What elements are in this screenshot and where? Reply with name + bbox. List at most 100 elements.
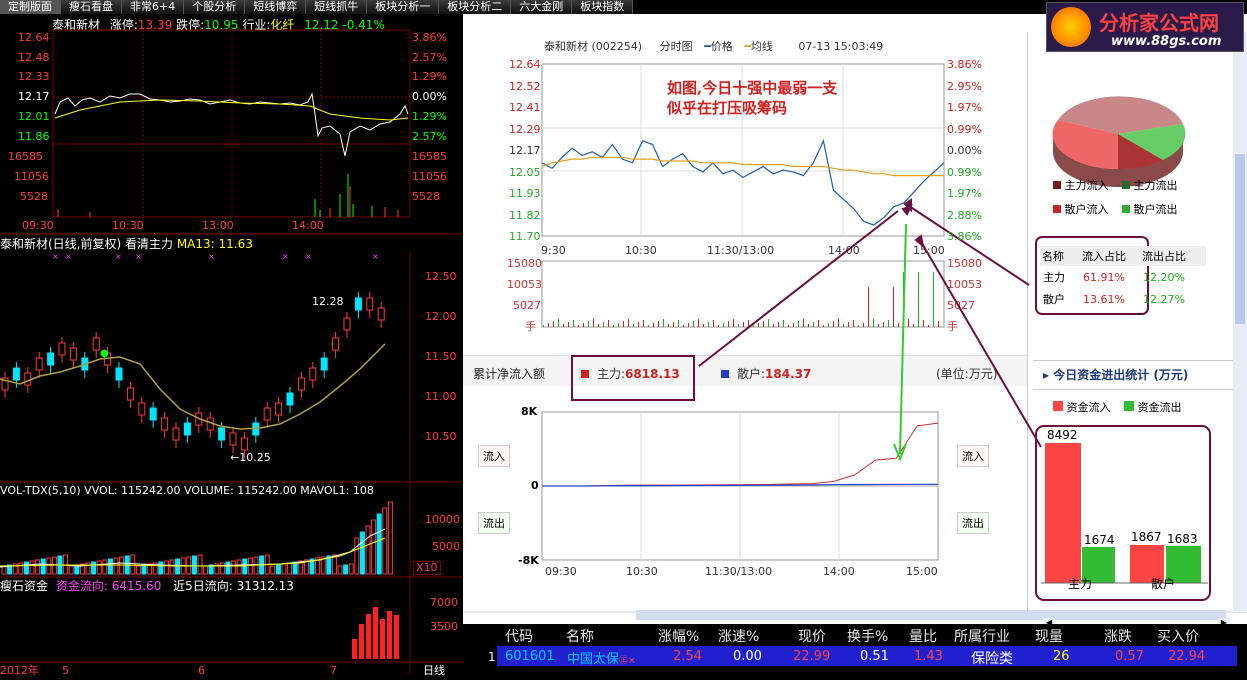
- volume-bar: [68, 565, 74, 575]
- col-header[interactable]: 换手%: [847, 626, 888, 646]
- volume-bar: [623, 321, 624, 327]
- flow-xtick: 09:30: [545, 565, 577, 578]
- kline-high-label: 12.28: [312, 295, 344, 308]
- candle: [297, 377, 305, 391]
- volume-bar: [638, 322, 639, 327]
- volume-bars: [1, 501, 393, 575]
- outflow-button-left[interactable]: 流出: [478, 512, 510, 534]
- row-name: 中国太保㊣×: [567, 652, 636, 667]
- volume-bar: [608, 320, 609, 327]
- col-header[interactable]: 所属行业: [954, 626, 1010, 646]
- candle: [240, 437, 248, 451]
- volume-bar: [573, 320, 574, 327]
- vol-header: VOL-TDX(5,10) VVOL: 115242.00 VOLUME: 11…: [0, 484, 374, 497]
- period-label[interactable]: 日线: [423, 665, 445, 677]
- table-header: 流入占比: [1082, 250, 1126, 263]
- price-tick: 12.41: [509, 101, 541, 114]
- pct-tick: 3.86%: [947, 58, 982, 71]
- volume-bar: [558, 319, 559, 327]
- volume-bar: [270, 565, 276, 575]
- volume-bar: [543, 325, 544, 327]
- row-cur-vol: 26: [1053, 649, 1070, 664]
- volume-bar: [231, 560, 237, 575]
- volume-bar: [653, 323, 654, 327]
- col-header[interactable]: 涨幅%: [658, 626, 699, 646]
- col-header[interactable]: 代码: [505, 626, 533, 646]
- tab-six-kings[interactable]: 六大金刚: [511, 0, 573, 14]
- flower-icon: [1051, 7, 1091, 47]
- col-header[interactable]: 现价: [798, 626, 826, 646]
- volume-bar: [763, 321, 764, 327]
- tick-kline: 12.00: [425, 310, 457, 323]
- volume-bar: [102, 559, 108, 575]
- tick-fund: 7000: [430, 596, 458, 609]
- tab-shoushi[interactable]: 瘦石看盘: [61, 0, 122, 14]
- volume-bar: [107, 558, 113, 575]
- volume-bar: [783, 320, 784, 327]
- col-header[interactable]: 买入价: [1157, 626, 1199, 646]
- row-chg-pct: 2.54: [673, 649, 702, 664]
- intraday-volume-bars: [543, 272, 939, 327]
- fund-bar: [373, 607, 378, 659]
- volume-bar: [803, 319, 804, 327]
- flow-unit: (单位:万元): [936, 367, 998, 381]
- tab-short-game[interactable]: 短线博弈: [245, 0, 307, 14]
- volume-bar: [568, 322, 569, 327]
- volume-bar: [242, 558, 248, 575]
- candle: [58, 342, 66, 356]
- volume-bar: [18, 562, 24, 575]
- col-header[interactable]: 涨速%: [718, 626, 759, 646]
- tab-stock-analysis[interactable]: 个股分析: [184, 0, 246, 14]
- volume-bar: [753, 325, 754, 327]
- tab-custom-layout[interactable]: 定制版面: [0, 0, 61, 14]
- inflow-button-right[interactable]: 流入: [957, 445, 989, 467]
- candle: [47, 352, 55, 366]
- pct-tick: 1.97%: [947, 187, 982, 200]
- kline-low-label: ←10.25: [230, 451, 271, 464]
- inflow-button-left[interactable]: 流入: [478, 445, 510, 467]
- volume-bar: [663, 319, 664, 327]
- col-header[interactable]: 现量: [1035, 626, 1063, 646]
- table-header: 流出占比: [1142, 250, 1186, 263]
- volume-bar: [23, 561, 29, 575]
- outflow-button-right[interactable]: 流出: [957, 512, 989, 534]
- volume-bar: [923, 320, 924, 327]
- tick-kline: 12.50: [425, 270, 457, 283]
- bar-main-out-label: 1674: [1084, 533, 1115, 547]
- candle: [35, 357, 43, 371]
- volume-bar: [643, 320, 644, 327]
- col-header[interactable]: 涨跌: [1104, 626, 1132, 646]
- volume-bar: [678, 320, 679, 327]
- tab-short-catch[interactable]: 短线抓牛: [306, 0, 368, 14]
- volume-bar: [359, 531, 365, 575]
- tab-sector-2[interactable]: 板块分析二: [439, 0, 512, 14]
- volume-bar: [387, 501, 393, 575]
- price-tick: 12.64: [509, 58, 541, 71]
- volume-bar: [723, 323, 724, 327]
- watermark-title: 分析家公式网: [1099, 11, 1219, 35]
- volume-bar: [738, 324, 739, 327]
- tab-sector-index[interactable]: 板块指数: [572, 0, 634, 14]
- tab-sector-1[interactable]: 板块分析一: [367, 0, 440, 14]
- volume-bar: [873, 319, 874, 327]
- flow-xtick: 10:30: [626, 565, 658, 578]
- volume-bar: [858, 325, 859, 327]
- row-industry: 保险类: [971, 651, 1013, 667]
- tab-feichang[interactable]: 非常6+4: [122, 0, 185, 14]
- fund-bar: [387, 611, 392, 659]
- volume-bar: [863, 323, 864, 327]
- volume-bar: [163, 560, 169, 575]
- price-tick: 12.05: [509, 165, 541, 179]
- bar-retail-out-label: 1683: [1167, 532, 1198, 546]
- volume-bar: [613, 325, 614, 327]
- bar-group-retail: 散户: [1151, 577, 1176, 591]
- volume-bar: [365, 525, 371, 575]
- candle: [183, 422, 191, 436]
- volume-bar: [688, 323, 689, 327]
- svg-text:●: ●: [100, 348, 109, 359]
- col-header[interactable]: 量比: [909, 626, 937, 646]
- left-panel: 泰和新材 涨停:13.39 跌停:10.95 行业:化纤 12.12 -0.41…: [0, 14, 463, 680]
- volume-bar: [113, 557, 119, 575]
- candle: [126, 387, 134, 401]
- col-header[interactable]: 名称: [566, 626, 594, 646]
